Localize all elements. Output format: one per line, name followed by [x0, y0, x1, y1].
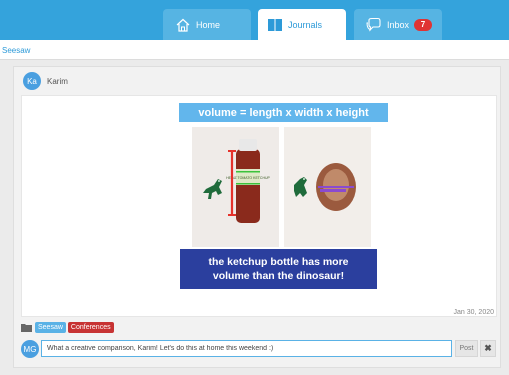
- tab-journals-label: Journals: [288, 19, 323, 30]
- caption-line-1: the ketchup bottle has more: [208, 256, 349, 268]
- post-date: Jan 30, 2020: [453, 309, 494, 316]
- tab-inbox-label: Inbox: [387, 19, 410, 30]
- inbox-count-badge: 7: [414, 18, 433, 31]
- author-name: Karim: [47, 76, 68, 86]
- image-caption: the ketchup bottle has more volume than …: [180, 249, 377, 289]
- post-comment-button[interactable]: Post: [455, 340, 478, 357]
- home-icon: [176, 18, 190, 32]
- tab-journals[interactable]: Journals: [258, 9, 346, 40]
- post-card: Ka Karim volume = length x width x heigh…: [13, 66, 501, 368]
- post-tags: Seesaw Conferences: [21, 322, 116, 333]
- folder-icon: [21, 324, 32, 332]
- commenter-avatar: MG: [21, 340, 39, 358]
- tag-conferences[interactable]: Conferences: [67, 322, 114, 333]
- breadcrumb[interactable]: Seesaw: [2, 46, 30, 55]
- tag-seesaw[interactable]: Seesaw: [35, 322, 66, 333]
- tab-home[interactable]: Home: [163, 9, 251, 40]
- top-nav: Home Journals Inbox 7: [0, 0, 509, 40]
- photo-ketchup-dinosaur: HEINZ TOMATO KETCHUP: [192, 127, 279, 247]
- breadcrumb-bar: Seesaw: [0, 40, 509, 60]
- close-icon[interactable]: ✖: [480, 340, 496, 357]
- photo-top-view: [284, 127, 371, 247]
- post-author: Ka Karim: [23, 72, 68, 90]
- avatar[interactable]: Ka: [23, 72, 41, 90]
- image-title: volume = length x width x height: [179, 103, 388, 122]
- chat-icon: [366, 17, 381, 32]
- journal-icon: [268, 18, 282, 31]
- comment-input[interactable]: [41, 340, 452, 357]
- comment-row: MG Post ✖: [21, 339, 499, 359]
- caption-line-2: volume than the dinosaur!: [212, 270, 345, 282]
- tab-inbox[interactable]: Inbox 7: [354, 9, 442, 40]
- tab-home-label: Home: [196, 19, 221, 30]
- post-image[interactable]: volume = length x width x height HEINZ T…: [21, 95, 497, 317]
